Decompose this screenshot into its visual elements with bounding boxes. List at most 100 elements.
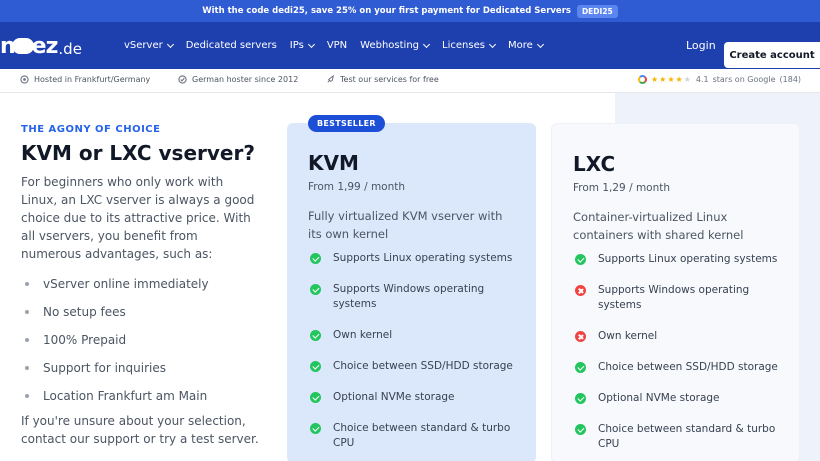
feature-text: Supports Linux operating systems (598, 253, 778, 265)
check-icon (575, 362, 586, 373)
feature-text: Choice between SSD/HDD storage (333, 360, 513, 372)
chevron-down-icon (536, 40, 544, 48)
google-icon (638, 75, 647, 84)
check-icon (310, 253, 321, 264)
feature-item: Supports Windows operating systems (573, 283, 778, 313)
rating-stars: ★★★★★ (651, 75, 692, 84)
feature-item: Optional NVMe storage (308, 390, 515, 405)
logo-tld: .de (58, 39, 82, 58)
nav-item-ips[interactable]: IPs (290, 40, 315, 51)
feature-list: Supports Linux operating systems Support… (573, 252, 778, 452)
outro-paragraph: If you're unsure about your selection, c… (21, 414, 259, 446)
feature-text: Choice between SSD/HDD storage (598, 361, 778, 373)
nav-item-label: More (507, 40, 533, 51)
check-icon (310, 423, 321, 434)
advantages-list: vServer online immediately No setup fees… (21, 270, 261, 410)
chevron-down-icon (166, 40, 174, 48)
nav-item-webhosting[interactable]: Webhosting (360, 40, 431, 51)
list-item: Support for inquiries (21, 354, 261, 382)
check-icon (310, 330, 321, 341)
nav-item-vpn[interactable]: VPN (327, 40, 347, 51)
section-kicker: THE AGONY OF CHOICE (21, 124, 161, 135)
cross-icon (575, 285, 586, 296)
trust-item-hoster: German hoster since 2012 (178, 75, 298, 84)
section-title: KVM or LXC vserver? (21, 141, 255, 165)
plan-name: KVM (308, 151, 359, 175)
check-icon (310, 284, 321, 295)
promo-bar[interactable]: With the code dedi25, save 25% on your f… (0, 0, 820, 22)
bestseller-badge: BESTSELLER (308, 115, 385, 132)
list-item-text: vServer online immediately (43, 277, 209, 291)
nav-item-more[interactable]: More (507, 40, 544, 51)
list-item-text: 100% Prepaid (43, 333, 127, 347)
promo-text: With the code dedi25, save 25% on your f… (202, 6, 571, 16)
comparison-section: THE AGONY OF CHOICE KVM or LXC vserver? … (0, 93, 820, 461)
feature-item: Choice between SSD/HDD storage (308, 359, 515, 374)
rating-count: (184) (779, 75, 802, 84)
feature-item: Supports Linux operating systems (308, 251, 515, 266)
kvm-plan-card[interactable]: BESTSELLER KVM From 1,99 / month Fully v… (287, 115, 536, 461)
feature-list: Supports Linux operating systems Support… (308, 251, 515, 451)
nav-item-label: Dedicated servers (185, 40, 277, 51)
feature-item: Choice between SSD/HDD storage (573, 360, 778, 375)
feature-text: Supports Windows operating systems (333, 283, 485, 310)
plan-name: LXC (573, 152, 616, 176)
bullet-dot (25, 394, 29, 398)
trust-test-text: Test our services for free (340, 75, 439, 84)
bullet-dot (25, 310, 29, 314)
logo[interactable]: n ez .de (0, 34, 82, 59)
feature-text: Supports Linux operating systems (333, 252, 513, 264)
chevron-down-icon (422, 40, 431, 48)
feature-text: Own kernel (333, 329, 393, 341)
create-account-button[interactable]: Create account (724, 42, 820, 68)
feature-item: Optional NVMe storage (573, 391, 778, 406)
location-icon (20, 75, 29, 84)
check-icon (575, 393, 586, 404)
list-item: Location Frankfurt am Main (21, 382, 261, 410)
nav-menu: vServer Dedicated servers IPs VPN Webhos… (124, 22, 544, 69)
google-rating[interactable]: ★★★★★ 4.1 stars on Google (184) (638, 75, 801, 84)
rating-text: stars on Google (712, 75, 776, 84)
list-item: No setup fees (21, 298, 261, 326)
feature-item: Supports Windows operating systems (308, 282, 515, 312)
lxc-plan-card[interactable]: LXC From 1,29 / month Container-virtuali… (551, 123, 800, 461)
rocket-icon (327, 75, 334, 83)
check-icon (575, 254, 586, 265)
feature-item: Choice between standard & turbo CPU (573, 422, 778, 452)
check-icon (575, 424, 586, 435)
nav-item-vserver[interactable]: vServer (124, 40, 174, 51)
plan-price: From 1,99 / month (308, 181, 406, 193)
plan-description: Fully virtualized KVM vserver with its o… (308, 209, 503, 241)
trust-item-test[interactable]: Test our services for free (326, 75, 439, 84)
plan-description: Container-virtualized Linux containers w… (573, 210, 744, 242)
nav-item-dedicated-servers[interactable]: Dedicated servers (186, 40, 277, 51)
badge-check-icon (178, 75, 187, 84)
chevron-down-icon (307, 40, 315, 48)
feature-text: Supports Windows operating systems (598, 284, 750, 311)
feature-item: Own kernel (573, 329, 778, 344)
rating-value: 4.1 (695, 75, 709, 84)
intro-column: THE AGONY OF CHOICE KVM or LXC vserver? … (21, 124, 261, 448)
feature-item: Choice between standard & turbo CPU (308, 421, 515, 451)
nav-item-licenses[interactable]: Licenses (442, 40, 496, 51)
list-item: vServer online immediately (21, 270, 261, 298)
nav-item-label: VPN (326, 40, 348, 51)
plan-price: From 1,29 / month (573, 182, 671, 194)
intro-paragraph: For beginners who only work with Linux, … (21, 175, 255, 261)
list-item: 100% Prepaid (21, 326, 261, 354)
chevron-down-icon (488, 40, 496, 48)
trust-item-hosted: Hosted in Frankfurt/Germany (20, 75, 150, 84)
bullet-dot (25, 338, 29, 342)
login-link[interactable]: Login (686, 39, 716, 52)
nav-item-label: Webhosting (360, 40, 420, 51)
bullet-dot (25, 366, 29, 370)
feature-item: Own kernel (308, 328, 515, 343)
feature-text: Optional NVMe storage (598, 392, 720, 404)
feature-text: Choice between standard & turbo CPU (333, 422, 511, 449)
nav-item-label: vServer (124, 40, 163, 51)
trust-hoster-text: German hoster since 2012 (192, 75, 299, 84)
feature-item: Supports Linux operating systems (573, 252, 778, 267)
main-navigation: n ez .de vServer Dedicated servers IPs V… (0, 22, 820, 69)
promo-code-badge: DEDI25 (576, 4, 618, 18)
logo-cloud-icon (11, 37, 34, 54)
